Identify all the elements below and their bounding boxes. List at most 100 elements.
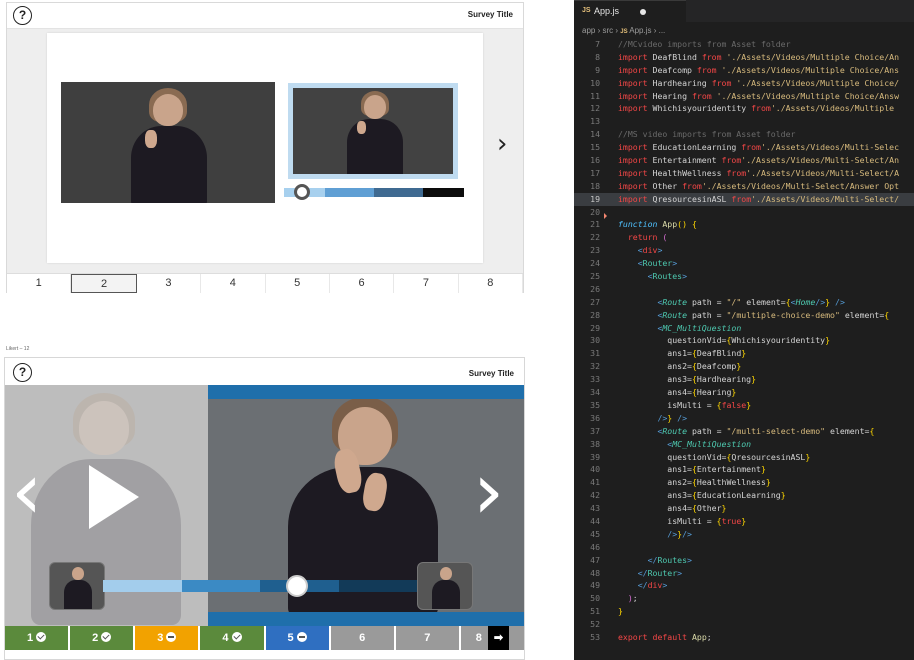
page-number: 2 (92, 632, 99, 644)
page-status-7[interactable]: 7 (395, 626, 459, 650)
page-navigator: 12345678 (7, 273, 523, 293)
scrubber-handle[interactable] (286, 575, 308, 597)
thumbnail-end[interactable] (417, 562, 473, 610)
code-line[interactable]: 34 ans4={Hearing} (574, 386, 914, 399)
code-line[interactable]: 30 questionVid={Whichisyouridentity} (574, 334, 914, 347)
code-line[interactable]: 17 import HealthWellness from'./Assets/Vi… (574, 167, 914, 180)
code-line[interactable]: 38 <MC_MultiQuestion (574, 438, 914, 451)
video-stage[interactable]: ‹ › (5, 385, 524, 626)
code-line[interactable]: 18 import Other from'./Assets/Videos/Mult… (574, 180, 914, 193)
page-status-5[interactable]: 5 (265, 626, 329, 650)
thumbnail-start[interactable] (49, 562, 105, 610)
page-status-4[interactable]: 4 (200, 626, 264, 650)
page-status-1[interactable]: 1 (5, 626, 69, 650)
code-line[interactable]: 23 <div> (574, 244, 914, 257)
code-line[interactable]: 43 ans4={Other} (574, 502, 914, 515)
code-line[interactable]: 47 </Routes> (574, 554, 914, 567)
code-line[interactable]: 40 ans1={Entertainment} (574, 463, 914, 476)
code-line[interactable]: 39 questionVid={QresourcesinASL} (574, 451, 914, 464)
question-video[interactable] (61, 82, 275, 203)
code-line[interactable]: 21 function App() { (574, 218, 914, 231)
code-line[interactable]: 14 //MS video imports from Asset folder (574, 128, 914, 141)
page-button-6[interactable]: 6 (330, 274, 395, 293)
line-number: 14 (590, 129, 600, 140)
chevron-right-icon[interactable]: › (473, 453, 504, 531)
code-line[interactable]: 53 export default App; (574, 631, 914, 644)
code-line[interactable]: 12 import Whichisyouridentity from'./Asse… (574, 102, 914, 115)
code-line[interactable]: 37 <Route path = "/multi-select-demo" el… (574, 425, 914, 438)
breadcrumb-item[interactable]: ... (659, 26, 666, 35)
signer-figure (341, 91, 407, 174)
code-line[interactable]: 15 import EducationLearning from'./Assets… (574, 141, 914, 154)
code-line[interactable]: 51} (574, 605, 914, 618)
editor-tab-bar: JS App.js (574, 0, 914, 22)
code-line[interactable]: 41 ans2={HealthWellness} (574, 476, 914, 489)
code-line[interactable]: 27 <Route path = "/" element={<Home/>} /… (574, 296, 914, 309)
chevron-right-icon[interactable]: › (497, 130, 517, 158)
page-button-3[interactable]: 3 (137, 274, 202, 293)
video-scrubber[interactable] (103, 580, 417, 592)
progress-bar[interactable] (284, 188, 464, 197)
code-text: //MS video imports from Asset folder (618, 129, 796, 140)
line-number: 33 (590, 374, 600, 385)
code-line[interactable]: 10 import Hardhearing from './Assets/Vide… (574, 77, 914, 90)
page-button-4[interactable]: 4 (201, 274, 266, 293)
page-button-1[interactable]: 1 (7, 274, 72, 293)
code-line[interactable]: 19 import QresourcesinASL from'./Assets/V… (574, 192, 914, 206)
code-line[interactable]: 20 (574, 206, 914, 219)
code-lines[interactable]: 7 //MCvideo imports from Asset folder 8 imp… (574, 38, 914, 644)
breadcrumb-item[interactable]: app (582, 26, 595, 35)
code-line[interactable]: 22 return ( (574, 231, 914, 244)
code-text: ans3={Hardhearing} (667, 374, 757, 385)
tab-app-js[interactable]: JS App.js (574, 0, 686, 22)
line-number: 17 (590, 167, 600, 178)
code-text: export default App; (618, 631, 712, 642)
code-line[interactable]: 33 ans3={Hardhearing} (574, 373, 914, 386)
code-line[interactable]: 50 ); (574, 592, 914, 605)
code-line[interactable]: 24 <Router> (574, 257, 914, 270)
code-line[interactable]: 11 import Hearing from './Assets/Videos/M… (574, 90, 914, 103)
code-line[interactable]: 46 (574, 541, 914, 554)
page-status-8[interactable]: 8 ➡ (460, 626, 524, 650)
code-line[interactable]: 25 <Routes> (574, 270, 914, 283)
page-button-7[interactable]: 7 (394, 274, 459, 293)
page-button-2[interactable]: 2 (71, 274, 137, 293)
line-number: 48 (590, 567, 600, 578)
code-line[interactable]: 31 ans1={DeafBlind} (574, 347, 914, 360)
answer-video-selected[interactable] (288, 83, 458, 179)
page-status-2[interactable]: 2 (70, 626, 134, 650)
chevron-left-icon[interactable]: ‹ (11, 453, 42, 531)
play-icon[interactable] (89, 465, 139, 529)
page-button-8[interactable]: 8 (459, 274, 523, 293)
code-line[interactable]: 49 </div> (574, 579, 914, 592)
help-icon[interactable]: ? (13, 363, 32, 382)
page-status-3[interactable]: 3 (135, 626, 199, 650)
help-icon[interactable]: ? (13, 6, 32, 25)
code-line[interactable]: 52 (574, 618, 914, 631)
code-line[interactable]: 9 import Deafcomp from './Assets/Videos/M… (574, 64, 914, 77)
line-number: 11 (590, 90, 600, 101)
code-line[interactable]: 7 //MCvideo imports from Asset folder (574, 38, 914, 51)
page-status-6[interactable]: 6 (330, 626, 394, 650)
code-line[interactable]: 26 (574, 283, 914, 296)
code-line[interactable]: 35 isMulti = {false} (574, 399, 914, 412)
code-line[interactable]: 36 />} /> (574, 412, 914, 425)
code-line[interactable]: 45 />}/> (574, 528, 914, 541)
code-text: questionVid={Whichisyouridentity} (667, 335, 831, 346)
unsaved-dot-icon[interactable] (640, 9, 646, 15)
code-line[interactable]: 8 import DeafBlind from './Assets/Videos/… (574, 51, 914, 64)
breadcrumb-item[interactable]: src (602, 26, 613, 35)
next-arrow-icon[interactable]: ➡ (487, 626, 510, 650)
code-line[interactable]: 13 (574, 115, 914, 128)
code-line[interactable]: 29 <MC_MultiQuestion (574, 322, 914, 335)
code-line[interactable]: 44 isMulti = {true} (574, 515, 914, 528)
page-button-5[interactable]: 5 (266, 274, 330, 293)
code-line[interactable]: 42 ans3={EducationLearning} (574, 489, 914, 502)
code-line[interactable]: 16 import Entertainment from'./Assets/Vid… (574, 154, 914, 167)
breadcrumb[interactable]: app › src › JS App.js › ... (582, 26, 665, 35)
code-line[interactable]: 48 </Router> (574, 567, 914, 580)
progress-handle[interactable] (294, 184, 310, 200)
code-line[interactable]: 32 ans2={Deafcomp} (574, 360, 914, 373)
code-line[interactable]: 28 <Route path = "/multiple-choice-demo"… (574, 309, 914, 322)
breadcrumb-item[interactable]: App.js (629, 26, 651, 35)
